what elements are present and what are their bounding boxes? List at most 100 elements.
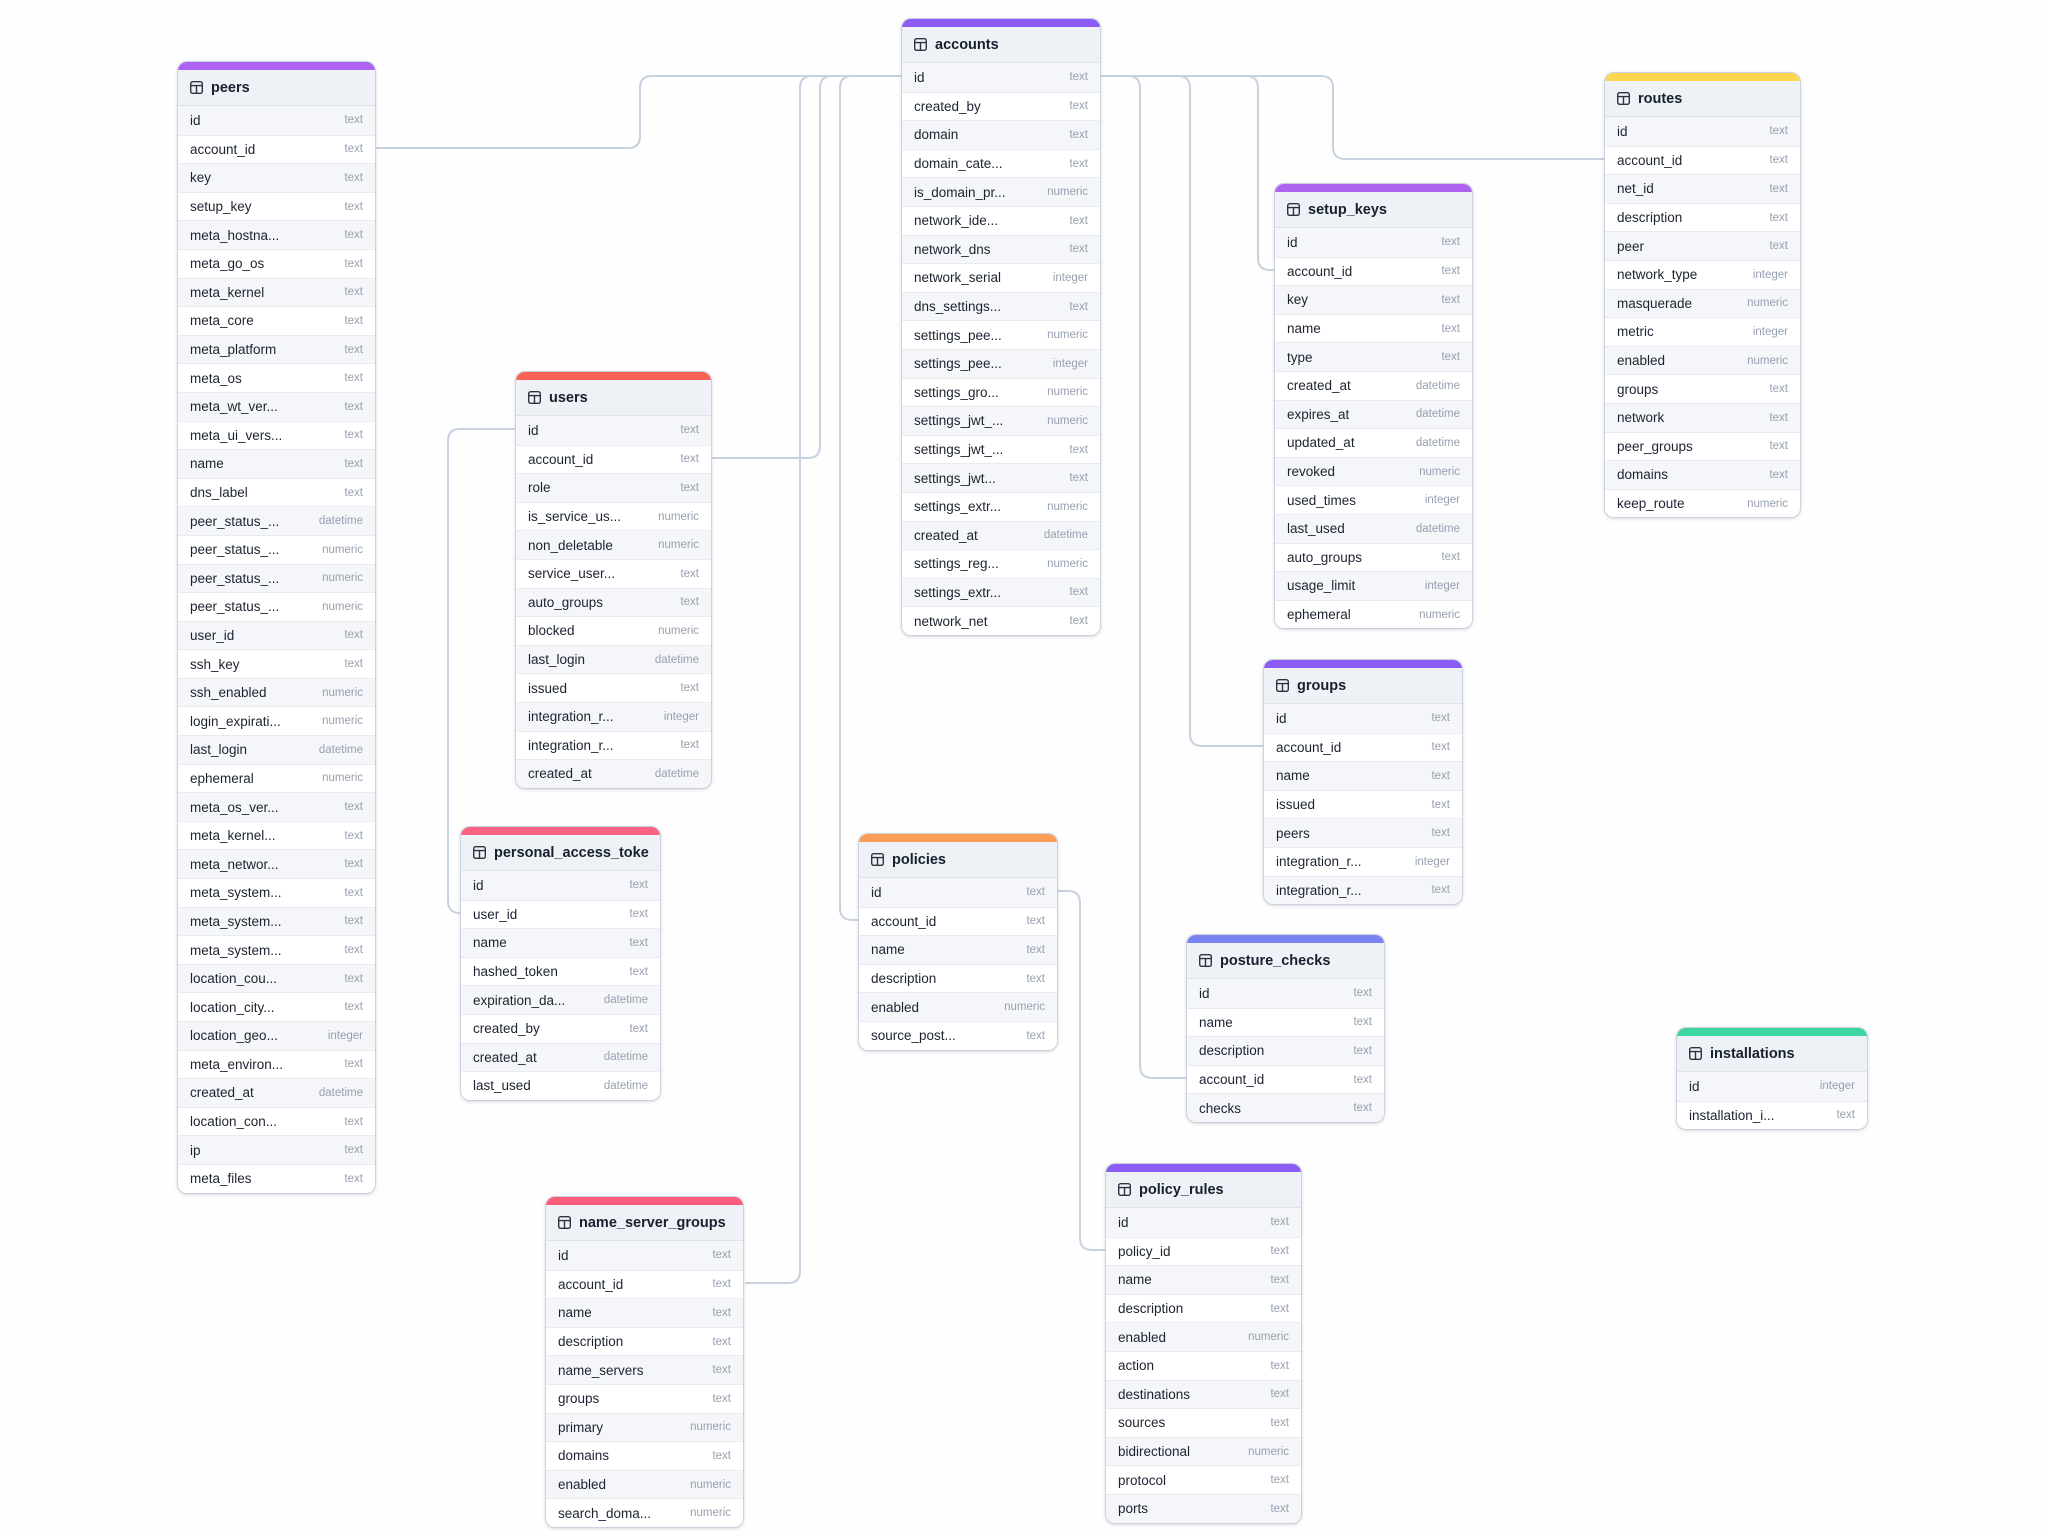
field-type: text — [1069, 215, 1088, 227]
table-name_server_groups[interactable]: name_server_groupsidtextaccount_idtextna… — [545, 1196, 744, 1528]
field-type: numeric — [322, 601, 363, 613]
field-type: text — [1769, 125, 1788, 137]
field-type: text — [629, 879, 648, 891]
table-groups-header[interactable]: groups — [1264, 668, 1462, 704]
table-accent-bar — [1264, 660, 1462, 668]
table-setup_keys-header[interactable]: setup_keys — [1275, 192, 1472, 228]
table-accent-bar — [1187, 935, 1384, 943]
field-type: text — [1270, 1245, 1289, 1257]
table-accounts-header[interactable]: accounts — [902, 27, 1100, 63]
field-name: settings_jwt_... — [914, 442, 1003, 457]
field-type: datetime — [1416, 523, 1460, 535]
table-icon — [1688, 1046, 1703, 1061]
table-routes-header[interactable]: routes — [1605, 81, 1800, 117]
field-name: primary — [558, 1420, 603, 1435]
field-type: text — [1769, 154, 1788, 166]
field-row: peer_status_...numeric — [178, 564, 375, 593]
field-name: name — [871, 942, 905, 957]
field-name: meta_kernel — [190, 285, 264, 300]
table-policy_rules-header[interactable]: policy_rules — [1106, 1172, 1301, 1208]
field-row: is_domain_pr...numeric — [902, 177, 1100, 206]
table-policies-header[interactable]: policies — [859, 842, 1057, 878]
field-row: peertext — [1605, 231, 1800, 260]
field-type: text — [1353, 987, 1372, 999]
field-name: id — [190, 113, 201, 128]
field-name: account_id — [871, 914, 936, 929]
table-posture_checks[interactable]: posture_checksidtextnametextdescriptiont… — [1186, 934, 1385, 1123]
field-name: location_city... — [190, 1000, 275, 1015]
field-name: auto_groups — [1287, 550, 1362, 565]
field-name: domain_cate... — [914, 156, 1003, 171]
field-row: portstext — [1106, 1494, 1301, 1523]
table-icon — [870, 852, 885, 867]
table-peers-header[interactable]: peers — [178, 70, 375, 106]
field-row: meta_networ...text — [178, 849, 375, 878]
field-name: source_post... — [871, 1028, 956, 1043]
table-icon — [1286, 202, 1301, 217]
field-name: id — [1276, 711, 1287, 726]
field-type: numeric — [658, 539, 699, 551]
field-row: integration_r...integer — [516, 702, 711, 731]
field-row: last_useddatetime — [1275, 514, 1472, 543]
table-installations-header[interactable]: installations — [1677, 1036, 1867, 1072]
table-icon — [1117, 1182, 1132, 1197]
field-type: text — [344, 858, 363, 870]
field-name: protocol — [1118, 1473, 1166, 1488]
table-personal_access_tokens[interactable]: personal_access_tokensidtextuser_idtextn… — [460, 826, 661, 1101]
field-name: setup_key — [190, 199, 252, 214]
field-row: net_idtext — [1605, 174, 1800, 203]
field-row: hashed_tokentext — [461, 957, 660, 986]
field-row: enablednumeric — [546, 1470, 743, 1499]
table-title: personal_access_tokens — [494, 845, 649, 861]
field-row: idtext — [1106, 1208, 1301, 1237]
table-policies[interactable]: policiesidtextaccount_idtextnametextdesc… — [858, 833, 1058, 1051]
field-row: descriptiontext — [1106, 1294, 1301, 1323]
field-row: settings_extr...text — [902, 578, 1100, 607]
field-row: bidirectionalnumeric — [1106, 1437, 1301, 1466]
table-posture_checks-header[interactable]: posture_checks — [1187, 943, 1384, 979]
field-name: description — [871, 971, 936, 986]
table-name_server_groups-header[interactable]: name_server_groups — [546, 1205, 743, 1241]
field-row: networktext — [1605, 403, 1800, 432]
field-type: text — [344, 229, 363, 241]
field-type: numeric — [1747, 498, 1788, 510]
field-row: updated_atdatetime — [1275, 428, 1472, 457]
relationship-connector — [1058, 891, 1105, 1250]
field-name: name — [1287, 321, 1321, 336]
field-row: account_idtext — [1264, 733, 1462, 762]
table-installations[interactable]: installationsidintegerinstallation_i...t… — [1676, 1027, 1868, 1130]
table-groups[interactable]: groupsidtextaccount_idtextnametextissued… — [1263, 659, 1463, 905]
table-policy_rules[interactable]: policy_rulesidtextpolicy_idtextnametextd… — [1105, 1163, 1302, 1524]
field-name: groups — [558, 1391, 599, 1406]
relationship-connector — [1101, 76, 1274, 270]
field-name: net_id — [1617, 181, 1654, 196]
field-row: is_service_us...numeric — [516, 502, 711, 531]
table-peers[interactable]: peersidtextaccount_idtextkeytextsetup_ke… — [177, 61, 376, 1194]
field-name: masquerade — [1617, 296, 1692, 311]
table-title: policy_rules — [1139, 1182, 1224, 1198]
field-name: id — [1118, 1215, 1129, 1230]
table-personal_access_tokens-header[interactable]: personal_access_tokens — [461, 835, 660, 871]
field-type: text — [629, 937, 648, 949]
table-users[interactable]: usersidtextaccount_idtextroletextis_serv… — [515, 371, 712, 789]
table-routes[interactable]: routesidtextaccount_idtextnet_idtextdesc… — [1604, 72, 1801, 518]
field-row: typetext — [1275, 342, 1472, 371]
field-name: enabled — [871, 1000, 919, 1015]
field-type: text — [1431, 799, 1450, 811]
field-name: auto_groups — [528, 595, 603, 610]
table-accounts[interactable]: accountsidtextcreated_bytextdomaintextdo… — [901, 18, 1101, 636]
field-name: account_id — [1287, 264, 1352, 279]
field-row: created_atdatetime — [178, 1078, 375, 1107]
field-type: text — [1270, 1274, 1289, 1286]
field-name: is_service_us... — [528, 509, 621, 524]
table-users-header[interactable]: users — [516, 380, 711, 416]
field-name: id — [1689, 1079, 1700, 1094]
field-row: account_idtext — [859, 907, 1057, 936]
field-name: peer_status_... — [190, 571, 279, 586]
table-setup_keys[interactable]: setup_keysidtextaccount_idtextkeytextnam… — [1274, 183, 1473, 629]
field-type: text — [1069, 586, 1088, 598]
field-type: integer — [664, 711, 699, 723]
field-type: text — [344, 429, 363, 441]
field-row: iptext — [178, 1135, 375, 1164]
diagram-canvas[interactable]: peersidtextaccount_idtextkeytextsetup_ke… — [0, 0, 2048, 1536]
